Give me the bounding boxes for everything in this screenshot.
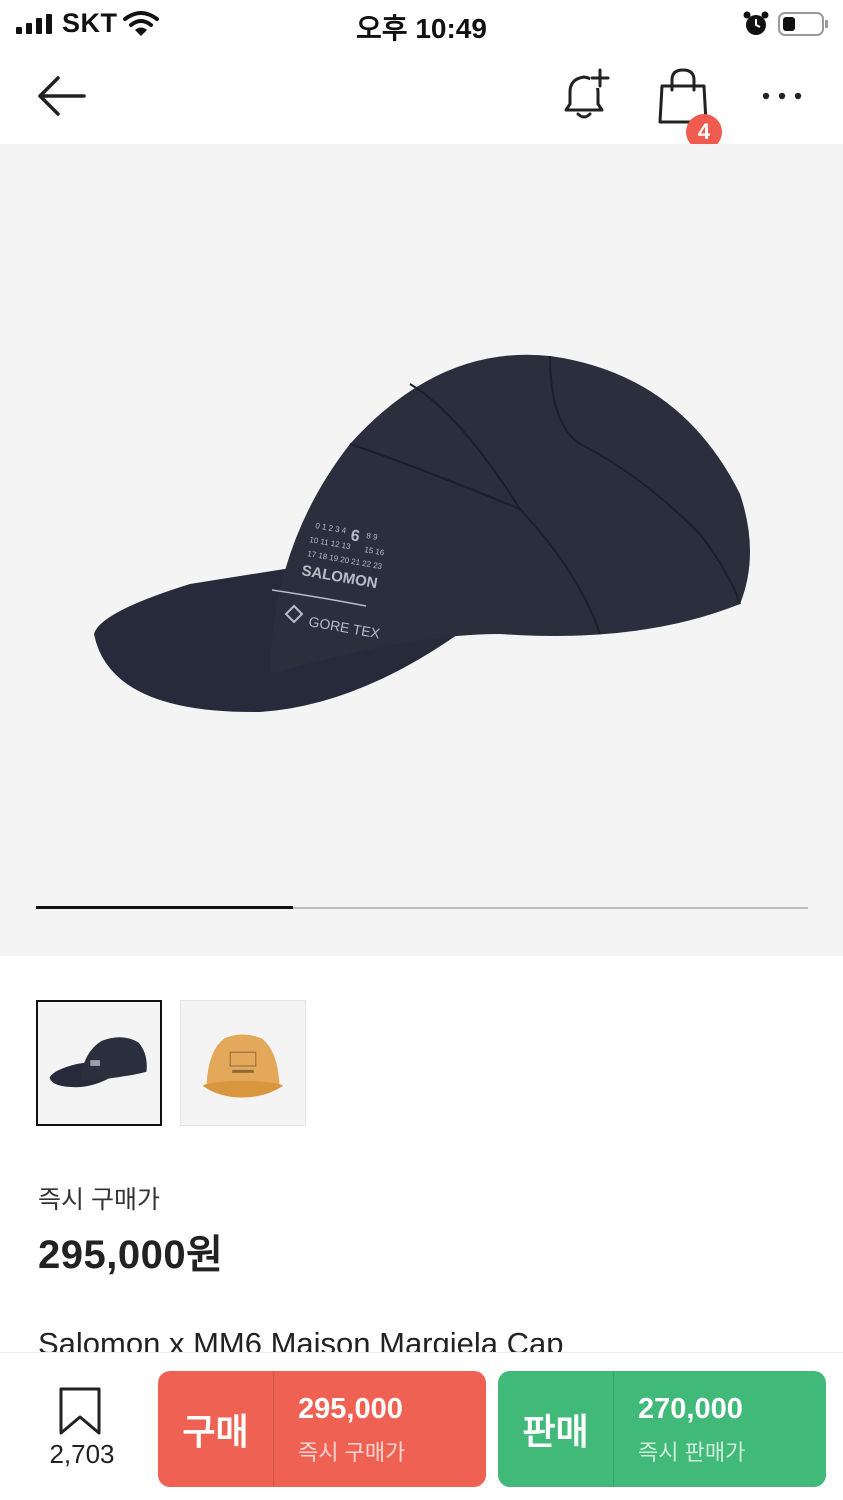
bottom-action-bar: 2,703 구매 295,000 즉시 구매가 판매 270,000 즉시 판매… [0, 1352, 843, 1500]
alarm-icon [743, 11, 769, 35]
buy-divider [273, 1371, 274, 1487]
bookmark-count: 2,703 [49, 1439, 115, 1469]
shopping-bag-icon[interactable] [656, 66, 726, 126]
sell-price-caption: 즉시 판매가 [638, 1440, 746, 1465]
tan-cap-thumbnail-image [202, 1034, 284, 1098]
tan-cap-thumbnail[interactable] [180, 1000, 306, 1126]
battery-icon [778, 12, 828, 36]
sell-label: 판매 [522, 1411, 589, 1452]
bookmark-button[interactable]: 2,703 [40, 1387, 124, 1477]
buy-price: 295,000 [298, 1393, 403, 1425]
gallery-progress-fill [36, 906, 294, 909]
black-cap-thumbnail-image [49, 1037, 147, 1088]
product-image-carousel[interactable]: 0 1 2 3 4 8 9 10 11 12 13 15 16 17 18 19… [0, 144, 843, 956]
buy-label: 구매 [182, 1411, 249, 1452]
sell-button[interactable]: 판매 270,000 즉시 판매가 [498, 1371, 826, 1487]
instant-buy-price-label: 즉시 구매가 [38, 1186, 160, 1214]
sell-price: 270,000 [638, 1393, 743, 1425]
nav-bar: 4 [0, 48, 843, 150]
status-bar: SKT 오후 10:49 [0, 0, 843, 48]
bell-plus-icon[interactable] [556, 66, 612, 122]
cap-product-image: 0 1 2 3 4 8 9 10 11 12 13 15 16 17 18 19… [94, 354, 750, 713]
buy-price-caption: 즉시 구매가 [298, 1440, 406, 1465]
more-dots-icon[interactable] [758, 78, 806, 114]
buy-button[interactable]: 구매 295,000 즉시 구매가 [158, 1371, 486, 1487]
clock: 오후 10:49 [356, 13, 487, 44]
instant-buy-price: 295,000원 [38, 1233, 224, 1277]
black-cap-thumbnail[interactable] [36, 1000, 162, 1126]
back-arrow-icon[interactable] [34, 72, 90, 120]
sell-divider [613, 1371, 614, 1487]
gallery-progress-track [36, 906, 808, 909]
bookmark-icon [59, 1387, 101, 1435]
